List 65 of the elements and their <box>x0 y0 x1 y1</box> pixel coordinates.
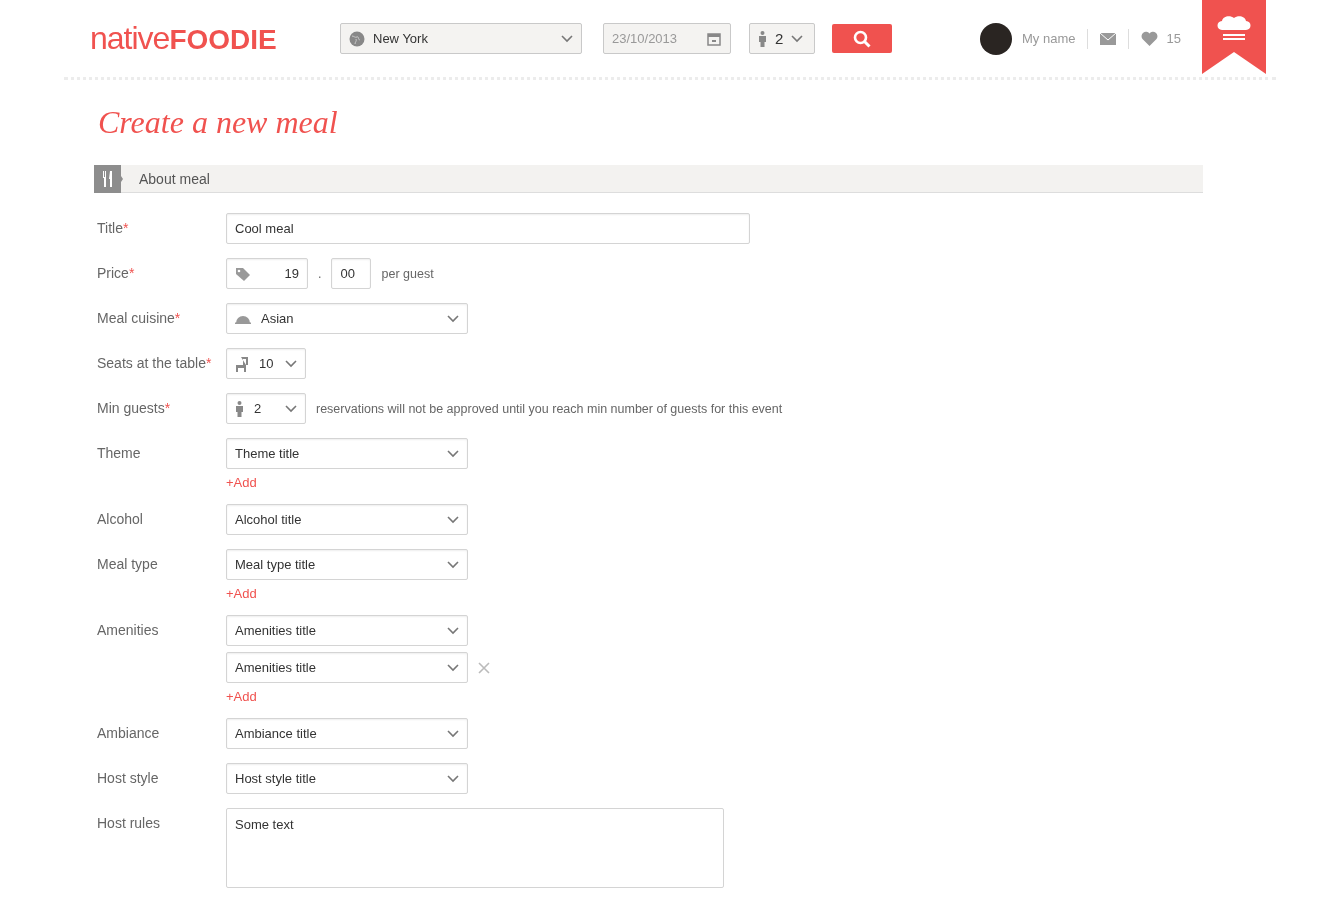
chevron-down-icon <box>447 626 459 635</box>
chevron-down-icon <box>285 404 297 413</box>
chevron-down-icon <box>447 449 459 458</box>
search-icon <box>853 29 871 48</box>
hint-text: reservations will not be approved until you reach min number of guests for this event <box>316 401 783 416</box>
globe-icon <box>349 30 365 47</box>
field-label: Alcohol <box>96 510 144 527</box>
field-label: Ambiance <box>96 724 161 741</box>
search-button[interactable] <box>832 24 892 53</box>
field-label: Seats at the table* <box>96 354 213 371</box>
chevron-down-icon <box>447 560 459 569</box>
add-link[interactable]: +Add <box>226 475 468 490</box>
select-field[interactable]: Amenities title <box>226 652 468 683</box>
chevron-down-icon <box>561 34 573 43</box>
chevron-down-icon <box>791 34 804 43</box>
price-suffix: per guest <box>381 266 434 281</box>
select-field[interactable]: Theme title <box>226 438 468 469</box>
add-link[interactable]: +Add <box>226 586 468 601</box>
field-label: Min guests* <box>96 399 172 416</box>
price-tag-icon <box>235 266 251 281</box>
page-title: Create a new meal <box>98 104 339 141</box>
select-field[interactable]: 10 <box>226 348 306 379</box>
city-select[interactable]: New York <box>340 23 582 54</box>
close-icon[interactable] <box>478 661 490 674</box>
input-field[interactable]: Cool meal <box>226 213 750 244</box>
food-cloche-icon <box>235 313 251 324</box>
date-field[interactable]: 23/10/2013 <box>603 23 731 54</box>
guests-select[interactable]: 2 <box>749 23 815 54</box>
section-title: About meal <box>139 170 210 187</box>
field-label: Host rules <box>96 814 162 831</box>
field-label: Host style <box>96 769 160 786</box>
field-label: Meal type <box>96 555 159 572</box>
chair-icon <box>235 355 249 372</box>
likes-count: 15 <box>1166 31 1181 46</box>
chevron-down-icon <box>447 515 459 524</box>
chevron-down-icon <box>447 774 459 783</box>
person-icon <box>235 400 244 417</box>
select-field[interactable]: Asian <box>226 303 468 334</box>
field-label: Amenities <box>96 621 160 638</box>
calendar-icon <box>707 32 721 46</box>
field-label: Price* <box>96 264 136 281</box>
avatar[interactable] <box>980 22 1012 55</box>
chevron-down-icon <box>447 729 459 738</box>
fork-knife-icon <box>94 164 123 193</box>
field-label: Theme <box>96 444 142 461</box>
heart-icon[interactable] <box>1141 31 1159 46</box>
select-field[interactable]: Meal type title <box>226 549 468 580</box>
add-link[interactable]: +Add <box>226 689 490 704</box>
select-field[interactable]: 2 <box>226 393 306 424</box>
field-label: Title* <box>96 219 130 236</box>
chevron-down-icon <box>447 663 459 672</box>
price-field[interactable]: 19 <box>226 258 308 289</box>
chevron-down-icon <box>447 314 459 323</box>
select-field[interactable]: Amenities title <box>226 615 468 646</box>
person-icon <box>758 30 767 47</box>
select-field[interactable]: Alcohol title <box>226 504 468 535</box>
cents-field[interactable]: 00 <box>331 258 372 289</box>
text-area[interactable]: Some text <box>226 808 724 888</box>
select-field[interactable]: Host style title <box>226 763 468 794</box>
field-label: Meal cuisine* <box>96 309 182 326</box>
decimal-point: . <box>318 266 322 281</box>
mail-icon[interactable] <box>1100 32 1117 45</box>
chevron-down-icon <box>285 359 297 368</box>
select-field[interactable]: Ambiance title <box>226 718 468 749</box>
chef-hat-bookmark[interactable] <box>1202 0 1266 74</box>
